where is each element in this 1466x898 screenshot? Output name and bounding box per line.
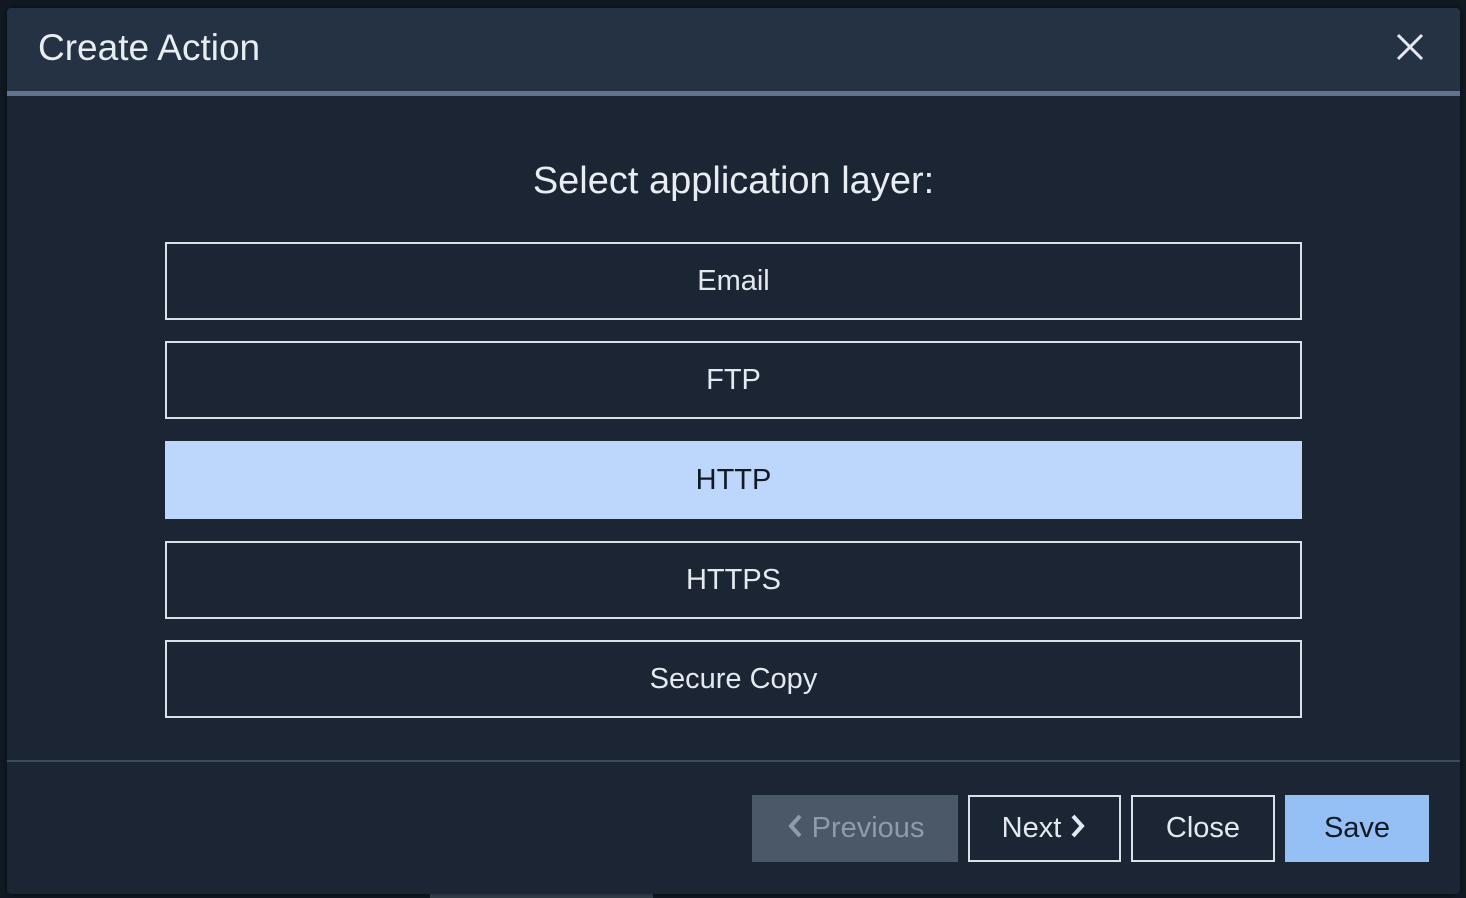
close-button[interactable]: Close — [1131, 795, 1275, 862]
create-action-dialog: Create Action Select application layer: … — [7, 8, 1460, 894]
dialog-title: Create Action — [38, 27, 261, 68]
close-icon[interactable] — [1393, 30, 1427, 64]
chevron-right-icon — [1069, 813, 1087, 839]
option-secure-copy[interactable]: Secure Copy — [165, 640, 1302, 718]
previous-label: Previous — [811, 812, 925, 844]
footer-divider — [7, 760, 1460, 762]
option-https[interactable]: HTTPS — [165, 541, 1302, 619]
option-email[interactable]: Email — [165, 242, 1302, 320]
previous-button[interactable]: Previous — [752, 795, 958, 862]
next-label: Next — [1001, 812, 1062, 844]
option-http[interactable]: HTTP — [165, 441, 1302, 519]
selection-prompt: Select application layer: — [532, 160, 935, 202]
save-button[interactable]: Save — [1285, 795, 1429, 862]
next-button[interactable]: Next — [968, 795, 1121, 862]
chevron-left-icon — [786, 813, 804, 839]
dialog-header: Create Action — [7, 8, 1460, 96]
option-ftp[interactable]: FTP — [165, 341, 1302, 419]
